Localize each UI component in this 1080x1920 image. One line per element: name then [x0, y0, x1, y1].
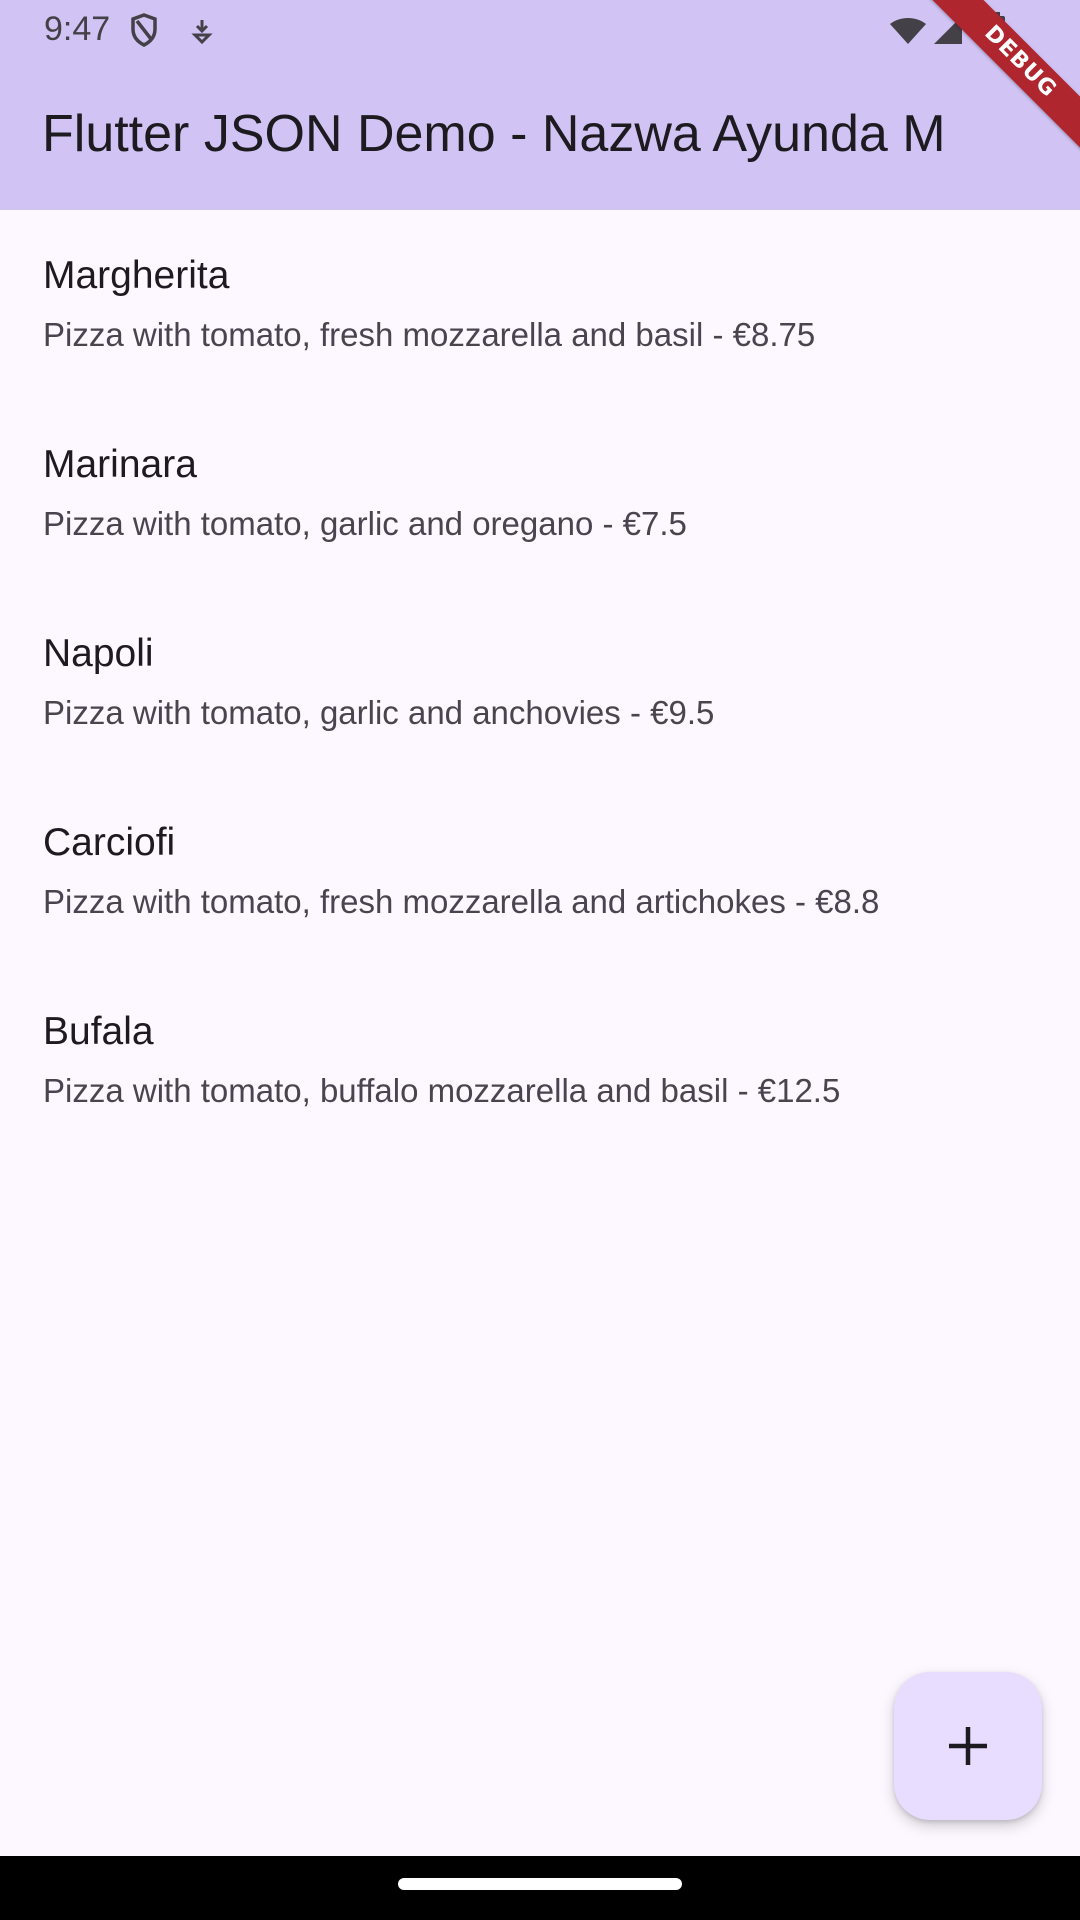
list-item-title: Marinara: [43, 443, 197, 486]
home-gesture-handle[interactable]: [398, 1878, 682, 1890]
list-item-subtitle: Pizza with tomato, fresh mozzarella and …: [43, 883, 880, 920]
app-screen: 9:47 Flutter JSON Demo - Nazwa Ayunda M: [0, 0, 1080, 1920]
status-time: 9:47: [44, 10, 111, 48]
system-navigation-bar: [0, 1856, 1080, 1920]
list-item[interactable]: Bufala Pizza with tomato, buffalo mozzar…: [0, 966, 1080, 1155]
list-item-subtitle: Pizza with tomato, fresh mozzarella and …: [43, 316, 816, 353]
add-button[interactable]: [894, 1672, 1042, 1820]
list-item[interactable]: Carciofi Pizza with tomato, fresh mozzar…: [0, 777, 1080, 966]
list-item-title: Bufala: [43, 1010, 154, 1053]
app-bar: Flutter JSON Demo - Nazwa Ayunda M: [0, 62, 1080, 210]
list-item-title: Margherita: [43, 254, 230, 297]
list-item-subtitle: Pizza with tomato, buffalo mozzarella an…: [43, 1072, 841, 1109]
list-item-subtitle: Pizza with tomato, garlic and anchovies …: [43, 694, 715, 731]
list-item-title: Napoli: [43, 632, 154, 675]
plus-icon: [949, 1727, 987, 1765]
status-bar: 9:47: [0, 0, 1080, 62]
top-area: 9:47 Flutter JSON Demo - Nazwa Ayunda M: [0, 0, 1080, 210]
pizza-list: Margherita Pizza with tomato, fresh mozz…: [0, 210, 1080, 1155]
list-item-title: Carciofi: [43, 821, 176, 864]
wifi-icon: [890, 18, 926, 44]
list-item-subtitle: Pizza with tomato, garlic and oregano - …: [43, 505, 687, 542]
download-icon: [191, 20, 213, 45]
list-item[interactable]: Napoli Pizza with tomato, garlic and anc…: [0, 588, 1080, 777]
shield-icon: [131, 13, 157, 47]
list-item[interactable]: Margherita Pizza with tomato, fresh mozz…: [0, 210, 1080, 399]
list-item[interactable]: Marinara Pizza with tomato, garlic and o…: [0, 399, 1080, 588]
page-title: Flutter JSON Demo - Nazwa Ayunda M: [42, 105, 946, 163]
